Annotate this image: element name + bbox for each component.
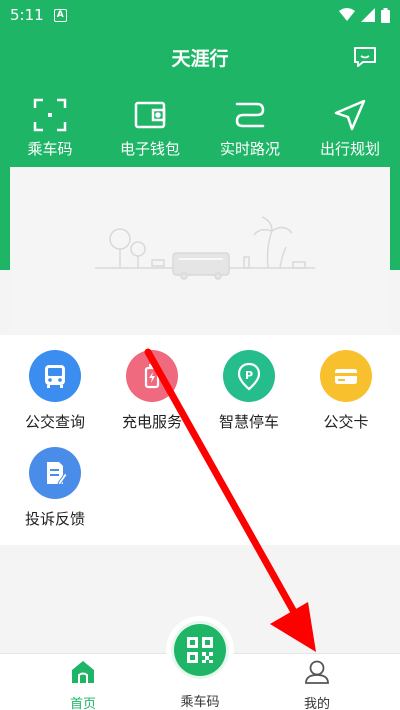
quick-action-label: 实时路况 xyxy=(219,140,280,158)
home-icon xyxy=(72,661,94,683)
service-label: 智慧停车 xyxy=(218,413,279,431)
nav-home[interactable]: 首页 xyxy=(33,654,133,710)
quick-action-trip-plan[interactable]: 出行规划 xyxy=(300,98,400,159)
service-label: 投诉反馈 xyxy=(24,510,85,528)
nav-label: 我的 xyxy=(303,697,330,710)
charging-icon xyxy=(144,364,160,389)
scan-icon xyxy=(33,98,67,132)
feedback-icon xyxy=(47,462,68,486)
quick-action-wallet[interactable]: 电子钱包 xyxy=(100,98,200,159)
nav-ride-code-button[interactable] xyxy=(174,624,226,676)
nav-ride-code-label-wrap: 乘车码 xyxy=(150,687,250,710)
nav-mine[interactable]: 我的 xyxy=(267,654,367,710)
signal-icon xyxy=(361,8,375,22)
service-icon-bg: P xyxy=(223,350,275,402)
service-icon-bg xyxy=(29,350,81,402)
quick-action-label: 电子钱包 xyxy=(119,140,180,158)
service-icon-bg xyxy=(320,350,372,402)
quick-action-label: 出行规划 xyxy=(319,140,380,158)
service-icon-bg xyxy=(29,447,81,499)
quick-action-traffic[interactable]: 实时路况 xyxy=(200,98,300,159)
quick-action-label: 乘车码 xyxy=(27,140,73,158)
service-smart-parking[interactable]: P 智慧停车 xyxy=(199,350,299,432)
battery-icon xyxy=(381,7,390,23)
navigation-icon xyxy=(334,99,366,131)
bus-icon xyxy=(45,365,65,388)
status-bar: 5:11 A xyxy=(0,0,400,30)
card-icon xyxy=(335,369,357,384)
wifi-icon xyxy=(339,8,355,21)
banner[interactable] xyxy=(10,167,390,334)
nav-label: 首页 xyxy=(69,697,96,710)
status-time: 5:11 xyxy=(10,6,44,24)
service-bus-query[interactable]: 公交查询 xyxy=(5,350,105,432)
city-bus-illustration xyxy=(95,216,315,280)
qr-code-icon xyxy=(187,637,213,663)
parking-icon: P xyxy=(237,362,261,391)
service-bus-card[interactable]: 公交卡 xyxy=(296,350,396,432)
service-label: 公交卡 xyxy=(323,413,369,431)
service-complaint-feedback[interactable]: 投诉反馈 xyxy=(5,447,105,529)
svg-text:P: P xyxy=(245,369,253,382)
page-title: 天涯行 xyxy=(171,48,229,70)
wallet-icon xyxy=(134,101,166,129)
user-icon xyxy=(305,660,329,684)
notification-icon: A xyxy=(53,8,67,22)
quick-actions: 乘车码 电子钱包 实时路况 出行规划 xyxy=(0,98,400,159)
service-grid: 公交查询 充电服务 P 智慧停车 公交卡 投诉反馈 xyxy=(0,335,400,545)
route-icon xyxy=(235,102,265,128)
service-charging[interactable]: 充电服务 xyxy=(102,350,202,432)
quick-action-ride-code[interactable]: 乘车码 xyxy=(0,98,100,159)
service-label: 公交查询 xyxy=(24,413,85,431)
nav-label: 乘车码 xyxy=(180,695,220,710)
service-label: 充电服务 xyxy=(121,413,182,431)
message-icon[interactable] xyxy=(352,44,378,70)
service-icon-bg xyxy=(126,350,178,402)
